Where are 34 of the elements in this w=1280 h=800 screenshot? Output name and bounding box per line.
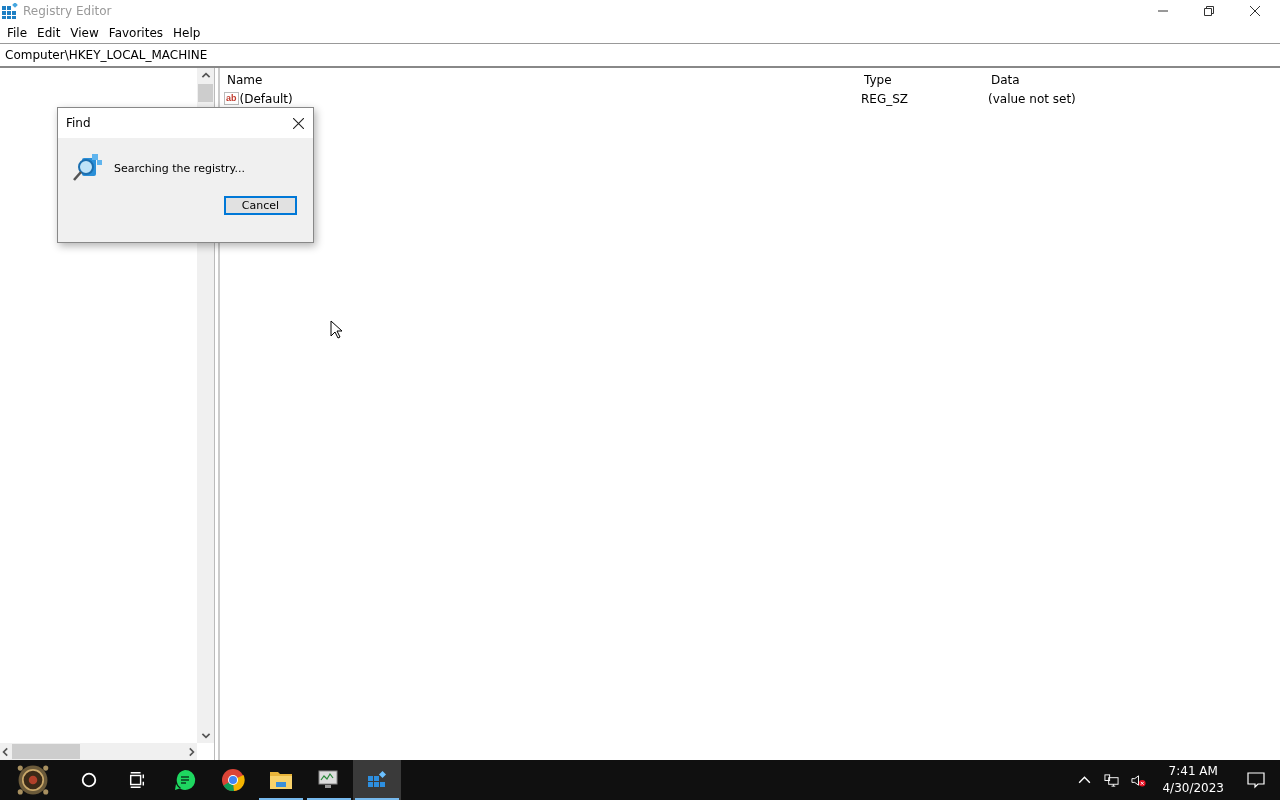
- column-header[interactable]: Type: [857, 72, 984, 87]
- menu-item[interactable]: View: [65, 25, 104, 40]
- network-icon[interactable]: [1104, 772, 1120, 788]
- close-icon[interactable]: [1250, 6, 1260, 16]
- column-header[interactable]: Name: [220, 72, 857, 87]
- start-icon[interactable]: [16, 763, 50, 797]
- dialog-title: Find: [66, 116, 91, 130]
- mouse-cursor-icon: [330, 320, 342, 339]
- window-title: Registry Editor: [23, 4, 112, 18]
- table-cell: (Default): [239, 91, 293, 106]
- muted-speaker-icon[interactable]: [1131, 772, 1147, 788]
- cancel-button[interactable]: Cancel: [224, 196, 297, 215]
- table-cell-text: REG_SZ: [860, 91, 910, 106]
- table-cell-text: (value not set): [987, 91, 1076, 106]
- registry-icon: [2, 3, 18, 19]
- horizontal-scrollbar[interactable]: [0, 743, 197, 760]
- menu-item[interactable]: Edit: [32, 25, 66, 40]
- menu-item[interactable]: Help: [168, 25, 206, 40]
- search-icon[interactable]: [80, 771, 98, 789]
- scrollbar-thumb[interactable]: [198, 84, 213, 102]
- menu-item[interactable]: Favorites: [103, 25, 169, 40]
- chrome-icon[interactable]: [221, 768, 245, 792]
- task-view-icon[interactable]: [128, 771, 146, 789]
- status-message: Searching the registry...: [114, 161, 245, 175]
- clock-time[interactable]: 7:41 AM: [1168, 763, 1218, 780]
- close-icon[interactable]: [293, 117, 304, 129]
- column-header[interactable]: Data: [984, 72, 1020, 87]
- chat-app-icon[interactable]: [173, 768, 197, 792]
- restore-icon[interactable]: [1204, 6, 1214, 16]
- notifications-icon[interactable]: [1246, 770, 1266, 790]
- menu-item[interactable]: File: [2, 25, 33, 40]
- scrollbar-thumb[interactable]: [12, 744, 80, 759]
- string-value-icon: ab: [224, 92, 239, 105]
- clock-date[interactable]: 4/30/2023: [1162, 780, 1224, 797]
